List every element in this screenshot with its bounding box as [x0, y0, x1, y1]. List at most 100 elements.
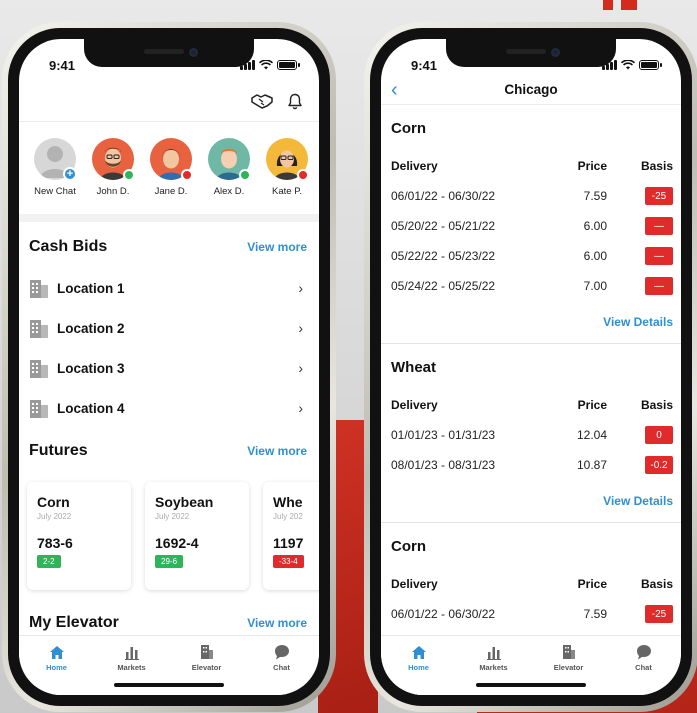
chat-name: New Chat: [34, 186, 76, 197]
col-basis: Basis: [640, 159, 673, 173]
delivery-cell: 08/01/23 - 08/31/23: [391, 458, 496, 472]
chat-bubble-icon: [274, 645, 289, 660]
col-price: Price: [577, 398, 607, 412]
basis-badge: 0: [645, 426, 673, 444]
table-row[interactable]: 08/01/23 - 08/31/23 10.87 -0.2: [391, 450, 673, 480]
futures-date: July 202: [273, 512, 303, 521]
tab-label: Chat: [635, 663, 652, 672]
home-indicator: [114, 683, 224, 687]
table-row[interactable]: 05/20/22 - 05/21/22 6.00 —: [391, 211, 673, 241]
handshake-icon[interactable]: [251, 93, 273, 109]
cash-bids-content: Corn Delivery Price Basis 06/01/22 - 06/…: [381, 105, 681, 635]
location-label: Location 4: [57, 400, 125, 416]
chat-avatars-row: + New Chat John D. Jane D. Alex D. Kate …: [19, 122, 319, 214]
tab-label: Home: [408, 663, 429, 672]
col-price: Price: [577, 159, 607, 173]
tab-home[interactable]: Home: [27, 642, 87, 695]
tab-elevator[interactable]: Elevator: [177, 642, 237, 695]
battery-icon: [277, 60, 300, 70]
delivery-cell: 06/01/22 - 06/30/22: [391, 607, 496, 621]
price-cell: 6.00: [583, 219, 607, 233]
wifi-icon: [259, 60, 273, 70]
view-details-link[interactable]: View Details: [391, 480, 673, 522]
grain-block-wheat: Wheat Delivery Price Basis 01/01/23 - 01…: [381, 344, 681, 522]
my-elevator-title: My Elevator: [29, 614, 119, 631]
view-details-link[interactable]: View Details: [391, 301, 673, 343]
chat-avatar-john[interactable]: John D.: [87, 138, 139, 214]
tab-chat[interactable]: Chat: [614, 642, 674, 695]
tab-markets[interactable]: Markets: [464, 642, 524, 695]
delivery-cell: 01/01/23 - 01/31/23: [391, 428, 496, 442]
add-icon: +: [63, 167, 77, 181]
basis-badge: -25: [645, 605, 673, 623]
chat-avatar-alex[interactable]: Alex D.: [203, 138, 255, 214]
online-status-dot: [239, 169, 251, 181]
nav-title: Chicago: [504, 82, 558, 97]
table-row[interactable]: 06/01/22 - 06/30/22 7.59 -25: [391, 599, 673, 629]
chat-avatar-new-chat[interactable]: + New Chat: [29, 138, 81, 214]
futures-card-soybean[interactable]: Soybean July 2022 1692-4 29-6: [145, 482, 249, 590]
tab-markets[interactable]: Markets: [102, 642, 162, 695]
table-row[interactable]: 05/24/22 - 05/25/22 7.00 —: [391, 271, 673, 301]
basis-badge: -25: [645, 187, 673, 205]
delivery-cell: 05/22/22 - 05/23/22: [391, 249, 496, 263]
bell-icon[interactable]: [287, 93, 303, 110]
futures-card-wheat[interactable]: Whe July 202 1197 -33-4: [263, 482, 319, 590]
grain-block-corn: Corn Delivery Price Basis 06/01/22 - 06/…: [381, 105, 681, 343]
top-actions: [19, 81, 319, 121]
notch: [84, 39, 254, 67]
notch: [446, 39, 616, 67]
battery-icon: [639, 60, 662, 70]
cash-bids-header: Cash Bids View more: [19, 226, 319, 268]
chat-avatar-kate[interactable]: Kate P.: [261, 138, 313, 214]
home-icon: [411, 646, 426, 659]
tab-label: Markets: [479, 663, 508, 672]
cash-bids-detail-screen: 9:41 ‹ Chicago Corn Delivery Price Basis…: [381, 39, 681, 695]
futures-name: Soybean: [155, 494, 214, 510]
grain-block-corn-2: Corn Delivery Price Basis 06/01/22 - 06/…: [381, 523, 681, 629]
price-cell: 7.59: [583, 607, 607, 621]
basis-badge: -0.2: [645, 456, 673, 474]
bar-chart-icon: [486, 647, 501, 660]
futures-name: Whe: [273, 494, 303, 510]
location-item[interactable]: Location 3 ›: [19, 348, 319, 388]
chevron-right-icon: ›: [298, 280, 303, 296]
cash-bids-title: Cash Bids: [29, 238, 108, 255]
busy-status-dot: [181, 169, 193, 181]
price-cell: 6.00: [583, 249, 607, 263]
futures-date: July 2022: [37, 512, 72, 521]
chat-name: John D.: [96, 186, 130, 197]
tab-chat[interactable]: Chat: [252, 642, 312, 695]
location-label: Location 1: [57, 280, 125, 296]
building-icon: [200, 645, 213, 659]
price-cell: 12.04: [576, 428, 607, 442]
status-time: 9:41: [411, 57, 438, 73]
my-elevator-view-more-link[interactable]: View more: [247, 616, 307, 630]
section-separator: [19, 214, 319, 222]
table-row[interactable]: 01/01/23 - 01/31/23 12.04 0: [391, 420, 673, 450]
delivery-cell: 05/24/22 - 05/25/22: [391, 279, 496, 293]
futures-view-more-link[interactable]: View more: [247, 444, 307, 458]
col-delivery: Delivery: [391, 159, 438, 173]
tab-elevator[interactable]: Elevator: [539, 642, 599, 695]
location-item[interactable]: Location 1 ›: [19, 268, 319, 308]
chat-name: Jane D.: [154, 186, 188, 197]
phone-left: 9:41 + New Chat John D. Jane D. Alex D. …: [2, 22, 336, 712]
futures-card-corn[interactable]: Corn July 2022 783-6 2-2: [27, 482, 131, 590]
back-chevron-icon[interactable]: ‹: [391, 79, 398, 102]
chat-name: Kate P.: [272, 186, 302, 197]
delivery-cell: 06/01/22 - 06/30/22: [391, 189, 496, 203]
table-row[interactable]: 05/22/22 - 05/23/22 6.00 —: [391, 241, 673, 271]
tab-label: Home: [46, 663, 67, 672]
background-red-shape: [603, 0, 613, 10]
location-item[interactable]: Location 2 ›: [19, 308, 319, 348]
chat-avatar-jane[interactable]: Jane D.: [145, 138, 197, 214]
location-item[interactable]: Location 4 ›: [19, 388, 319, 428]
tab-home[interactable]: Home: [389, 642, 449, 695]
cash-bids-view-more-link[interactable]: View more: [247, 240, 307, 254]
futures-change-badge: -33-4: [273, 555, 304, 568]
home-indicator: [476, 683, 586, 687]
status-time: 9:41: [49, 57, 76, 73]
online-status-dot: [123, 169, 135, 181]
table-row[interactable]: 06/01/22 - 06/30/22 7.59 -25: [391, 181, 673, 211]
